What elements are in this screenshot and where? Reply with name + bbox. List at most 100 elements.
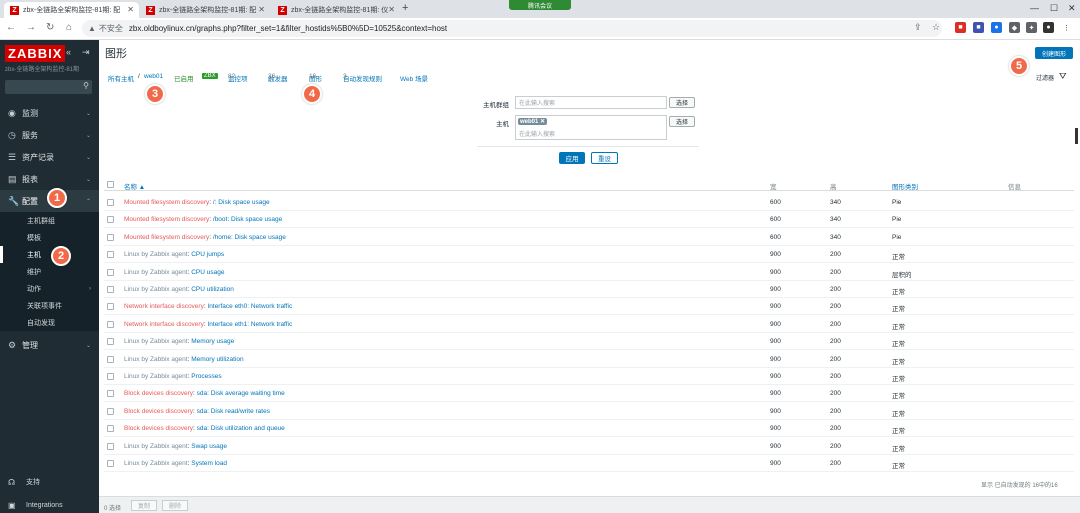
submenu-hostgroups[interactable]: 主机群组 (0, 212, 99, 229)
row-checkbox[interactable] (107, 407, 114, 415)
graph-source-link[interactable]: Mounted filesystem discovery (124, 216, 209, 223)
row-checkbox[interactable] (107, 216, 114, 224)
graph-source-link[interactable]: Mounted filesystem discovery (124, 234, 209, 241)
scrollbar-thumb[interactable] (1075, 128, 1078, 144)
row-checkbox[interactable] (107, 320, 114, 328)
graph-name-link[interactable]: /boot: Disk space usage (213, 216, 282, 223)
filter-toggle-label[interactable]: 过滤器 (1036, 73, 1054, 82)
delete-button[interactable]: 删除 (162, 500, 188, 511)
row-checkbox[interactable] (107, 460, 114, 467)
graph-name-link[interactable]: sda: Disk utilization and queue (197, 425, 285, 432)
integrations-link[interactable]: ▣ Integrations (0, 499, 99, 511)
new-tab-button[interactable]: + (402, 2, 408, 14)
graph-name-link[interactable]: CPU utilization (191, 286, 234, 293)
submenu-actions[interactable]: 动作 › (0, 280, 99, 297)
puzzle-icon[interactable]: ✦ (1026, 22, 1037, 33)
close-tab-icon[interactable]: ✕ (127, 5, 134, 14)
close-window-icon[interactable]: ✕ (1068, 3, 1076, 14)
more-menu-icon[interactable]: ⋮ (1061, 22, 1072, 33)
graph-source-link[interactable]: Block devices discovery (124, 390, 193, 397)
host-link[interactable]: web01 (144, 73, 163, 80)
copy-button[interactable]: 复制 (131, 500, 157, 511)
row-checkbox[interactable] (107, 286, 114, 293)
reload-icon[interactable]: ↻ (46, 22, 54, 33)
row-checkbox[interactable] (107, 390, 114, 398)
menu-monitoring[interactable]: ◉ 监测 ⌄ (0, 102, 99, 124)
hostgroup-select-button[interactable]: 选择 (669, 97, 695, 108)
host-select-button[interactable]: 选择 (669, 116, 695, 127)
graph-source-link[interactable]: Linux by Zabbix agent (124, 356, 188, 363)
graph-source-link[interactable]: Linux by Zabbix agent (124, 443, 188, 450)
zabbix-logo[interactable]: ZABBIX (5, 45, 66, 62)
share-icon[interactable]: ⇪ (914, 22, 922, 33)
all-hosts-link[interactable]: 所有主机 (108, 73, 134, 83)
meeting-indicator[interactable]: 腾讯会议 (509, 0, 571, 10)
support-link[interactable]: ☊ 支持 (0, 476, 99, 488)
browser-tab-2[interactable]: Zzbx-全链路全架构监控-81期: 配 ✕ (140, 2, 270, 18)
graph-source-link[interactable]: Linux by Zabbix agent (124, 373, 188, 380)
row-checkbox[interactable] (107, 373, 114, 380)
graph-source-link[interactable]: Block devices discovery (124, 408, 193, 415)
graph-source-link[interactable]: Linux by Zabbix agent (124, 251, 188, 258)
home-icon[interactable]: ⌂ (66, 22, 72, 33)
submenu-discovery[interactable]: 自动发现 (0, 314, 99, 331)
row-checkbox[interactable] (107, 338, 114, 346)
row-checkbox[interactable] (107, 199, 114, 206)
graph-source-link[interactable]: Network interface discovery (124, 303, 204, 310)
close-tab-icon[interactable]: ✕ (258, 5, 265, 14)
extension-icon[interactable]: ■ (955, 22, 966, 33)
graph-source-link[interactable]: Linux by Zabbix agent (124, 286, 188, 293)
extension-icon[interactable]: ■ (973, 22, 984, 33)
forward-icon[interactable]: → (26, 22, 36, 33)
web-scenarios-tab[interactable]: Web 场景 (400, 73, 428, 83)
graph-name-link[interactable]: Memory usage (191, 338, 234, 345)
back-icon[interactable]: ← (6, 22, 16, 33)
submenu-event-correlation[interactable]: 关联项事件 (0, 297, 99, 314)
url-field[interactable]: ▲ 不安全 zbx.oldboylinux.cn/graphs.php?filt… (82, 20, 942, 37)
row-checkbox[interactable] (107, 251, 114, 259)
browser-tab-3[interactable]: Zzbx-全链路全架构监控-81期: 仪 ✕ (272, 2, 400, 18)
extension-icon[interactable]: ◆ (1009, 22, 1020, 33)
filter-icon[interactable]: ⛛ (1059, 71, 1067, 82)
select-all-checkbox[interactable] (107, 181, 114, 188)
graph-name-link[interactable]: /: Disk space usage (213, 199, 270, 206)
graph-name-link[interactable]: Swap usage (191, 443, 227, 450)
graph-source-link[interactable]: Linux by Zabbix agent (124, 269, 188, 276)
host-multiselect[interactable]: web01 ✕ 在此输入搜索 (515, 115, 667, 140)
row-checkbox[interactable] (107, 268, 114, 276)
graph-source-link[interactable]: Network interface discovery (124, 321, 204, 328)
row-checkbox[interactable] (107, 425, 114, 433)
extension-icon[interactable]: ● (991, 22, 1002, 33)
menu-inventory[interactable]: ☰ 资产记录 ⌄ (0, 146, 99, 168)
profile-icon[interactable]: ● (1043, 22, 1054, 33)
graph-name-link[interactable]: Interface eth0: Network traffic (207, 303, 292, 310)
graph-name-link[interactable]: sda: Disk read/write rates (197, 408, 270, 415)
minimize-icon[interactable]: — (1030, 3, 1039, 13)
graph-name-link[interactable]: sda: Disk average waiting time (197, 390, 285, 397)
apply-button[interactable]: 应用 (559, 152, 585, 164)
hostgroup-input[interactable]: 在此输入搜索 (515, 96, 667, 109)
graph-source-link[interactable]: Linux by Zabbix agent (124, 460, 188, 467)
graph-name-link[interactable]: Memory utilization (191, 356, 243, 363)
graph-name-link[interactable]: Interface eth1: Network traffic (207, 321, 292, 328)
host-status[interactable]: 已启用 (174, 73, 194, 83)
graph-name-link[interactable]: CPU usage (191, 269, 224, 276)
bookmark-star-icon[interactable]: ☆ (932, 22, 940, 33)
search-icon[interactable]: ⚲ (83, 81, 89, 90)
row-checkbox[interactable] (107, 303, 114, 311)
graph-source-link[interactable]: Block devices discovery (124, 425, 193, 432)
collapse-sidebar-icon[interactable]: « (66, 47, 71, 57)
graph-name-link[interactable]: /home: Disk space usage (213, 234, 286, 241)
create-graph-button[interactable]: 创建图形 (1035, 47, 1073, 59)
submenu-hosts[interactable]: 主机 (0, 246, 99, 263)
sidebar-search-input[interactable]: ⚲ (5, 80, 92, 94)
menu-reports[interactable]: ▤ 报表 ⌄ (0, 168, 99, 190)
close-tab-icon[interactable]: ✕ (388, 5, 395, 14)
reset-button[interactable]: 重设 (591, 152, 618, 164)
graph-source-link[interactable]: Linux by Zabbix agent (124, 338, 188, 345)
browser-tab-1[interactable]: Zzbx-全链路全架构监控-81期: 配 ✕ (4, 2, 139, 18)
row-checkbox[interactable] (107, 233, 114, 241)
graph-name-link[interactable]: System load (191, 460, 227, 467)
remove-tag-icon[interactable]: ✕ (540, 119, 545, 125)
kiosk-mode-icon[interactable]: ⇥ (82, 47, 90, 58)
